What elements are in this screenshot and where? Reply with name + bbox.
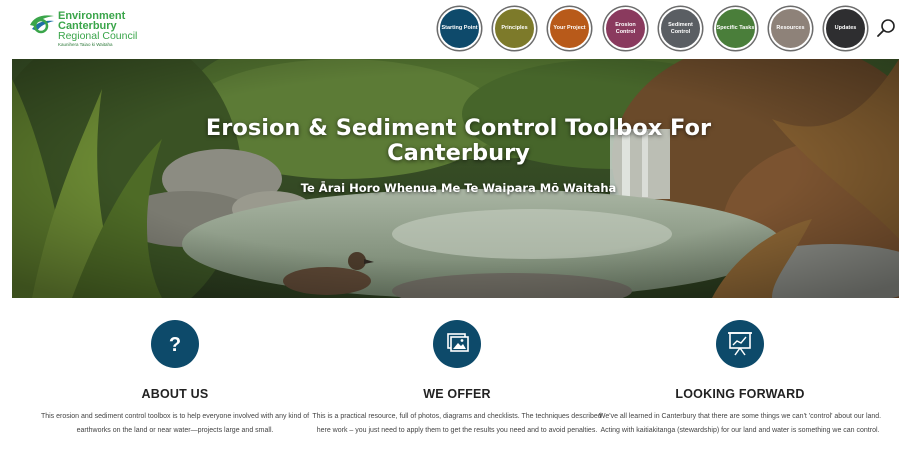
svg-text:?: ? xyxy=(169,334,181,356)
feature-text: We've all learned in Canterbury that the… xyxy=(598,413,882,434)
site-logo[interactable]: Environment Canterbury Regional Council … xyxy=(28,11,138,47)
hero-title-line-2: Canterbury xyxy=(387,140,530,166)
feature-text: This erosion and sediment control toolbo… xyxy=(40,413,310,434)
nav-resources[interactable]: Resources xyxy=(769,7,812,50)
logo-line-3: Regional Council xyxy=(58,30,138,42)
feature-looking-forward: LOOKING FORWARD We've all learned in Can… xyxy=(590,320,890,437)
presentation-chart-icon[interactable] xyxy=(716,320,764,368)
hero-banner: Erosion & Sediment Control Toolbox For C… xyxy=(12,59,899,298)
logo-line-4: Kaunihera Taiao ki Waitaha xyxy=(58,42,113,47)
nav-your-project[interactable]: Your Project xyxy=(548,7,591,50)
nav-sediment-control[interactable]: Sediment Control xyxy=(659,7,702,50)
hero-title-line-1: Erosion & Sediment Control Toolbox For xyxy=(205,115,712,141)
nav-specific-tasks[interactable]: Specific Tasks xyxy=(714,7,757,50)
hero-subtitle: Te Ārai Horo Whenua Me Te Waipara Mō Wai… xyxy=(300,181,617,195)
feature-title: WE OFFER xyxy=(423,387,491,401)
nav-principles[interactable]: Principles xyxy=(493,7,536,50)
feature-we-offer: WE OFFER This is a practical resource, f… xyxy=(307,320,607,437)
hero-title: Erosion & Sediment Control Toolbox For C… xyxy=(12,116,899,166)
nav-starting-point[interactable]: Starting Point xyxy=(438,7,481,50)
logo-swoosh-icon xyxy=(30,15,54,34)
feature-title: ABOUT US xyxy=(141,387,209,401)
site-header: Environment Canterbury Regional Council … xyxy=(0,0,899,58)
feature-text: This is a practical resource, full of ph… xyxy=(312,413,602,434)
search-icon[interactable] xyxy=(876,18,896,38)
question-icon[interactable]: ? xyxy=(151,320,199,368)
nav-erosion-control[interactable]: Erosion Control xyxy=(604,7,647,50)
nav-updates[interactable]: Updates xyxy=(824,7,867,50)
hero-stream-image xyxy=(12,59,899,298)
photos-icon[interactable] xyxy=(433,320,481,368)
feature-title: LOOKING FORWARD xyxy=(675,387,805,401)
feature-about-us: ? ABOUT US This erosion and sediment con… xyxy=(25,320,325,437)
